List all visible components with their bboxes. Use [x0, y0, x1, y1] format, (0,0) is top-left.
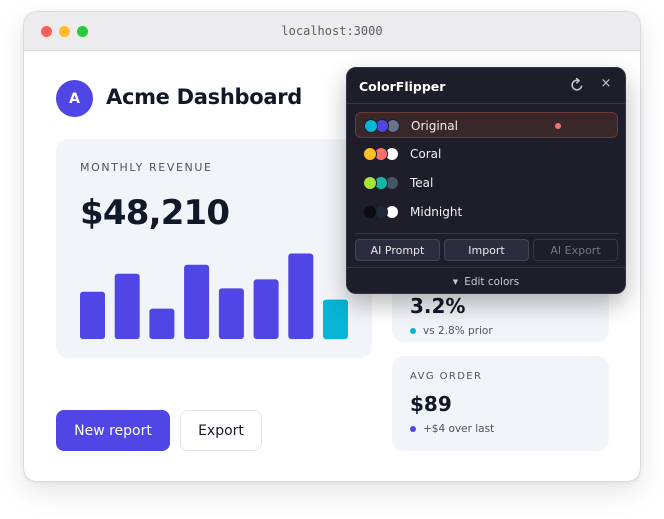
colorflipper-title: ColorFlipper: [359, 79, 446, 94]
color-swatch-icon: [363, 147, 377, 161]
close-icon[interactable]: ×: [599, 76, 613, 92]
revenue-bar: [149, 308, 175, 339]
revenue-bar: [323, 299, 348, 339]
theme-option-midnight[interactable]: Midnight: [355, 199, 618, 225]
revenue-bar: [253, 279, 279, 339]
browser-titlebar: localhost:3000: [24, 12, 640, 51]
avg-order-value: $89: [410, 392, 452, 416]
theme-name: Teal: [410, 176, 434, 190]
theme-swatches: [364, 119, 404, 133]
theme-swatches: [363, 147, 403, 161]
address-bar[interactable]: localhost:3000: [24, 24, 640, 38]
revenue-bar: [80, 291, 105, 339]
theme-option-coral[interactable]: Coral: [355, 141, 618, 167]
color-swatch-icon: [363, 205, 377, 219]
import-button[interactable]: Import: [444, 239, 529, 261]
conversion-subtext: vs 2.8% prior: [410, 325, 493, 337]
revenue-card: MONTHLY REVENUE $48,210: [56, 139, 372, 358]
color-swatch-icon: [364, 119, 378, 133]
theme-name: Midnight: [410, 205, 463, 219]
panel-divider: [355, 233, 618, 234]
ai-prompt-button[interactable]: AI Prompt: [355, 239, 440, 261]
avg-order-subtext: +$4 over last: [410, 423, 494, 435]
revenue-label: MONTHLY REVENUE: [80, 161, 213, 174]
revenue-bar-chart: [80, 253, 348, 339]
reset-icon[interactable]: [569, 77, 585, 93]
theme-option-teal[interactable]: Teal: [355, 170, 618, 196]
theme-name: Coral: [410, 147, 442, 161]
caret-down-icon: ▼: [452, 277, 459, 286]
avg-order-dot-icon: [410, 426, 416, 432]
conversion-dot-icon: [410, 328, 416, 334]
export-button[interactable]: Export: [180, 410, 262, 451]
color-swatch-icon: [363, 176, 377, 190]
new-report-button[interactable]: New report: [56, 410, 170, 451]
avg-order-subtext-label: +$4 over last: [423, 423, 495, 435]
theme-swatches: [363, 176, 403, 190]
active-indicator-icon: [555, 123, 561, 129]
edit-colors-toggle[interactable]: ▼ Edit colors: [347, 267, 625, 293]
theme-name: Original: [411, 119, 458, 133]
theme-option-original[interactable]: Original: [355, 112, 618, 138]
avg-order-card: AVG ORDER $89 +$4 over last: [392, 356, 609, 451]
revenue-bar: [184, 264, 210, 339]
edit-colors-label: Edit colors: [464, 275, 520, 288]
avatar[interactable]: A: [56, 80, 93, 117]
colorflipper-panel: ColorFlipper × Original Coral Teal Midni…: [346, 67, 626, 294]
revenue-value: $48,210: [80, 193, 230, 233]
revenue-bar: [218, 288, 244, 339]
page-title: Acme Dashboard: [106, 85, 303, 109]
colorflipper-header: ColorFlipper ×: [347, 68, 625, 104]
ai-export-button: AI Export: [533, 239, 618, 261]
theme-swatches: [363, 205, 403, 219]
conversion-subtext-label: vs 2.8% prior: [423, 325, 493, 337]
conversion-value: 3.2%: [410, 294, 466, 318]
revenue-bar: [288, 253, 314, 339]
avg-order-label: AVG ORDER: [410, 371, 483, 382]
revenue-bar: [114, 273, 140, 339]
